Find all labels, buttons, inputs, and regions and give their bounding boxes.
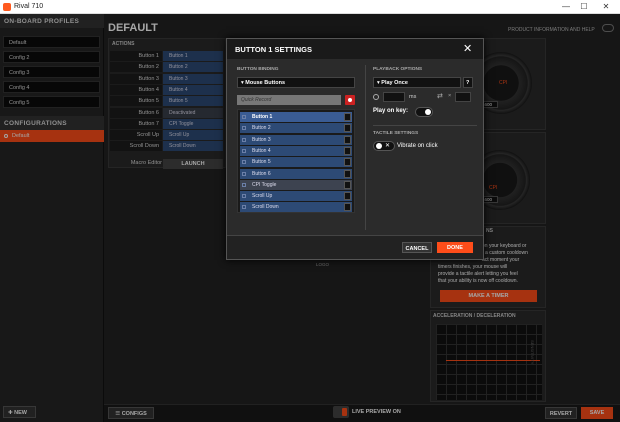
playback-options-label: PLAYBACK OPTIONS	[373, 67, 423, 72]
repeat-icon[interactable]: ⇄	[437, 92, 443, 100]
binding-list-item[interactable]: Button 3	[240, 134, 352, 145]
bullet-icon	[242, 115, 246, 119]
quick-record-input[interactable]: Quick Record	[237, 95, 341, 105]
close-window-button[interactable]: ✕	[600, 2, 612, 12]
maximize-button[interactable]: ☐	[578, 2, 590, 12]
binding-checkbox[interactable]	[344, 203, 351, 212]
times-icon: ×	[448, 93, 452, 99]
bullet-icon	[242, 160, 246, 165]
title-bar: Rival 710 — ☐ ✕	[0, 0, 620, 14]
play-on-key-label: Play on key:	[373, 108, 409, 114]
binding-checkbox[interactable]	[344, 124, 351, 133]
binding-list-item[interactable]: Scroll Down	[240, 202, 352, 213]
binding-list-item[interactable]: Button 1	[240, 112, 352, 122]
ms-label: ms	[409, 94, 417, 100]
playback-dropdown-value: Play Once	[381, 80, 408, 86]
binding-list-label: Button 2	[252, 125, 271, 132]
play-on-key-toggle[interactable]	[415, 107, 433, 117]
clock-icon	[373, 94, 379, 100]
binding-dropdown[interactable]: ▾ Mouse Buttons	[237, 77, 355, 88]
binding-list-label: CPI Toggle	[252, 181, 277, 188]
close-icon[interactable]: ✕	[463, 42, 472, 55]
button-settings-modal: BUTTON 1 SETTINGS ✕ BUTTON BINDING ▾ Mou…	[226, 38, 484, 260]
modal-divider	[365, 65, 366, 230]
toggle-knob	[376, 143, 382, 149]
binding-list-item[interactable]: CPI Toggle	[240, 179, 352, 190]
binding-list: Button 1 Button 2 Button 3 Button 4 Button 5…	[237, 109, 355, 213]
binding-checkbox[interactable]	[344, 113, 351, 121]
binding-checkbox[interactable]	[344, 135, 351, 144]
playback-dropdown[interactable]: ▾ Play Once	[373, 77, 461, 88]
binding-list-item[interactable]: Scroll Up	[240, 191, 352, 202]
record-icon	[348, 98, 352, 102]
binding-list-label: Button 6	[252, 170, 271, 177]
modal-title: BUTTON 1 SETTINGS	[227, 39, 483, 59]
help-button[interactable]: ?	[463, 77, 473, 88]
bullet-icon	[242, 126, 246, 131]
binding-list-label: Scroll Down	[252, 204, 279, 211]
binding-list-label: Button 4	[252, 147, 271, 154]
binding-checkbox[interactable]	[344, 192, 351, 201]
section-divider	[373, 125, 477, 126]
bullet-icon	[242, 194, 246, 199]
record-button[interactable]	[345, 95, 355, 105]
binding-list-label: Scroll Up	[252, 193, 273, 200]
vibrate-label: Vibrate on click	[397, 143, 438, 149]
toggle-knob	[425, 109, 431, 115]
toggle-off-icon: ✕	[385, 143, 391, 149]
binding-checkbox[interactable]	[344, 158, 351, 167]
binding-list-label: Button 1	[252, 114, 273, 120]
binding-list-item[interactable]: Button 6	[240, 168, 352, 179]
bullet-icon	[242, 182, 246, 187]
delay-ms-input[interactable]	[383, 92, 405, 102]
done-button[interactable]: DONE	[437, 242, 473, 253]
binding-list-label: Button 3	[252, 136, 271, 143]
minimize-button[interactable]: —	[560, 2, 572, 12]
binding-list-item[interactable]: Button 4	[240, 145, 352, 156]
window-title: Rival 710	[14, 3, 44, 10]
cancel-button[interactable]: CANCEL	[402, 242, 432, 253]
binding-list-item[interactable]: Button 5	[240, 157, 352, 168]
bullet-icon	[242, 205, 246, 210]
button-binding-label: BUTTON BINDING	[237, 67, 279, 72]
binding-checkbox[interactable]	[344, 169, 351, 178]
app-logo-icon	[3, 3, 11, 11]
binding-list-label: Button 5	[252, 159, 271, 166]
binding-checkbox[interactable]	[344, 180, 351, 189]
bullet-icon	[242, 171, 246, 176]
repeat-count-input[interactable]	[455, 92, 471, 102]
binding-dropdown-value: Mouse Buttons	[245, 80, 286, 86]
binding-checkbox[interactable]	[344, 146, 351, 155]
bullet-icon	[242, 148, 246, 153]
tactile-settings-label: TACTILE SETTINGS	[373, 131, 419, 136]
binding-list-item[interactable]: Button 2	[240, 123, 352, 134]
vibrate-toggle[interactable]: ✕	[373, 141, 395, 151]
bullet-icon	[242, 137, 246, 142]
